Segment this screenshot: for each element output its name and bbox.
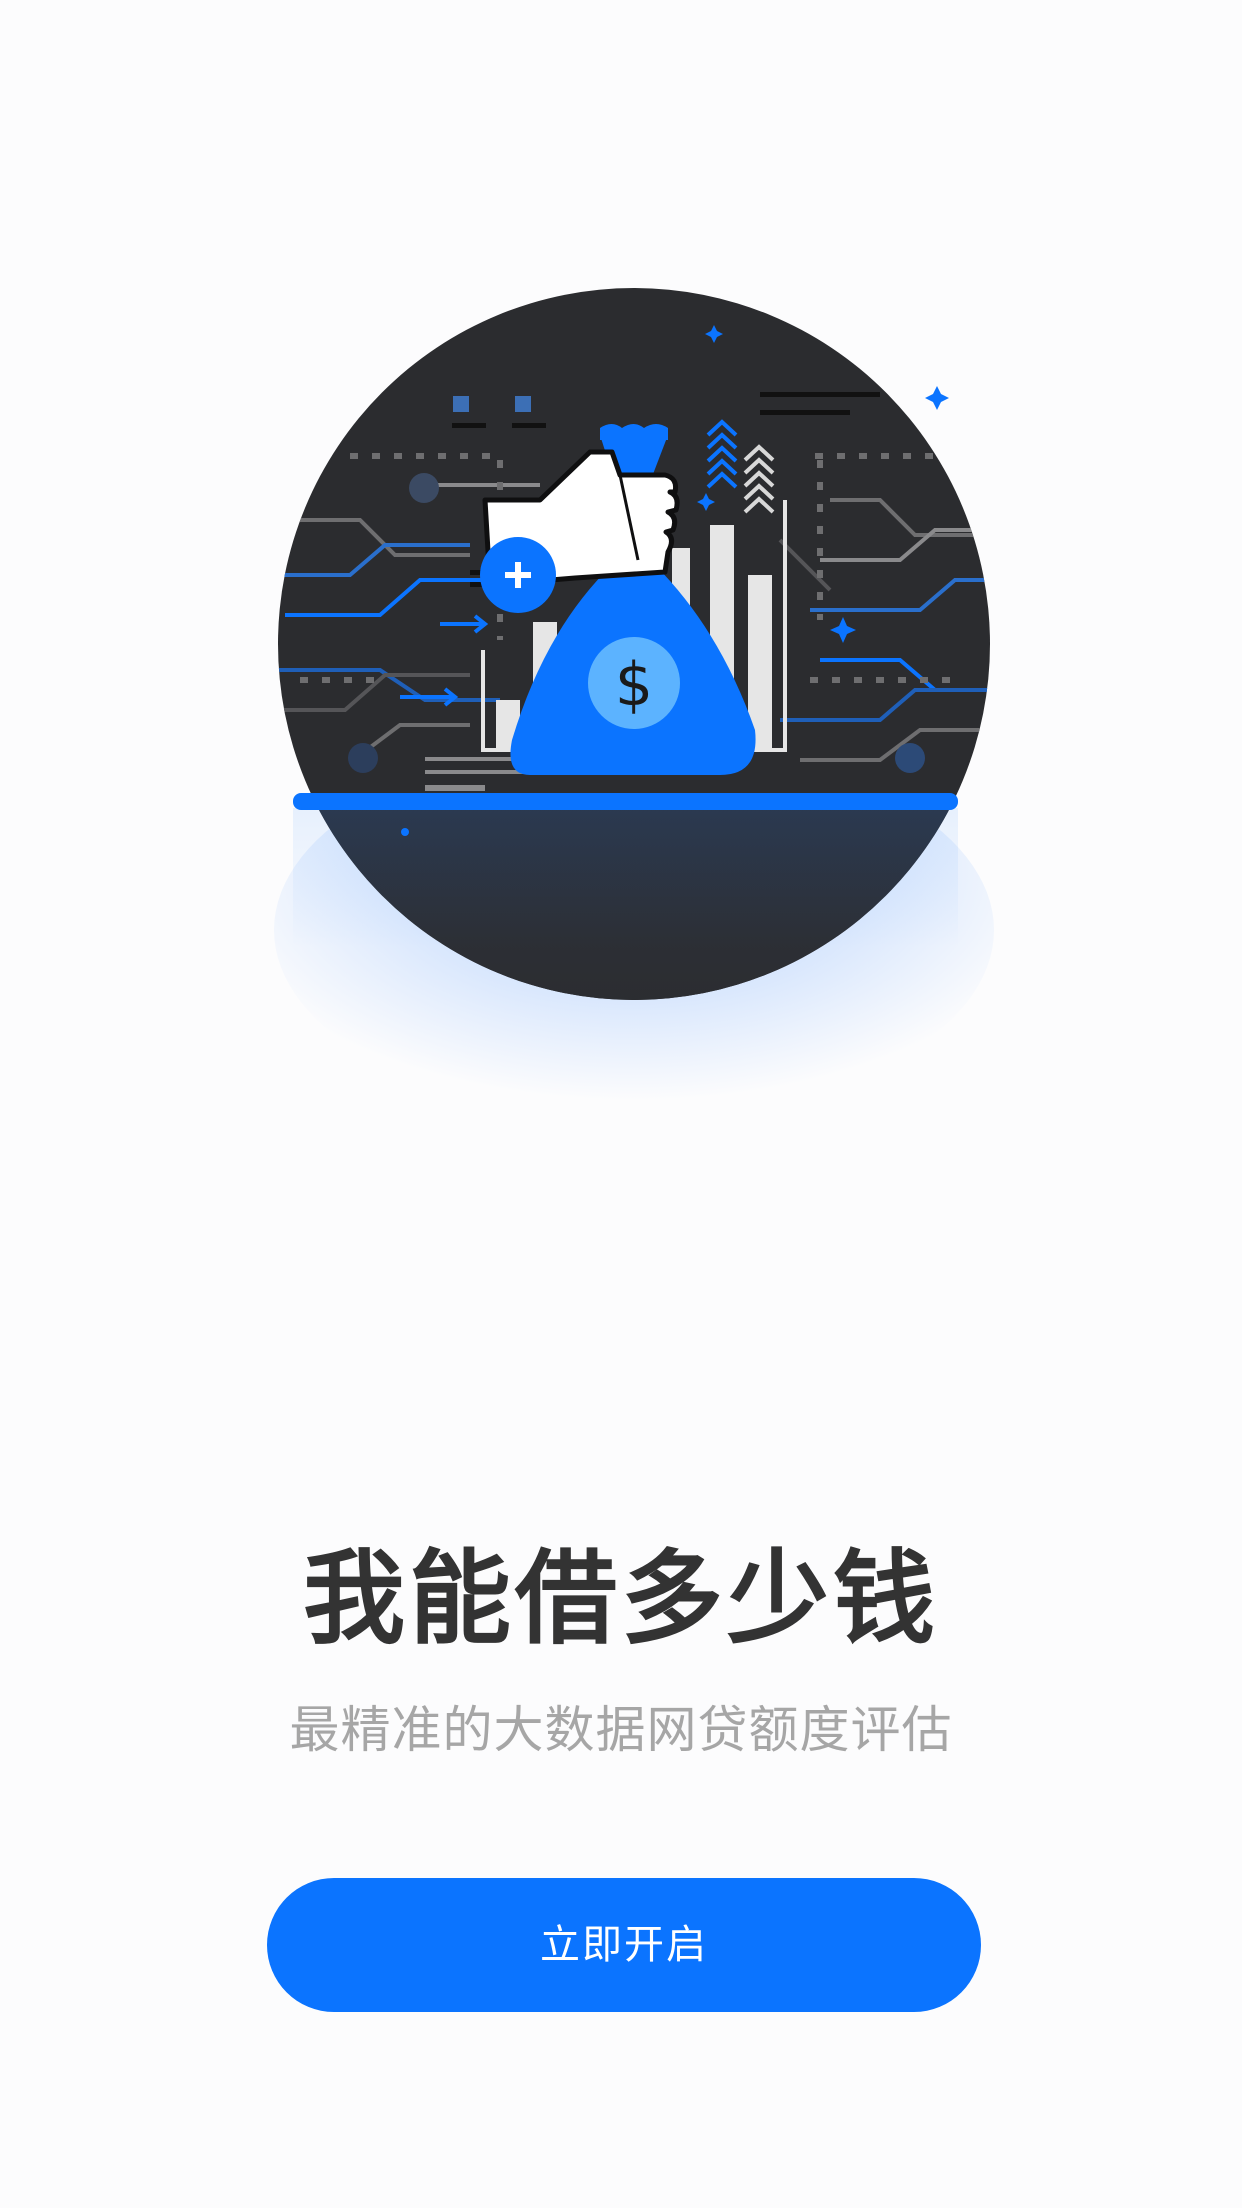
shelf-bar xyxy=(293,793,958,810)
page-title: 我能借多少钱 xyxy=(303,1540,939,1659)
plus-icon xyxy=(480,537,556,613)
dollar-icon: $ xyxy=(615,650,653,720)
start-now-button[interactable]: 立即开启 xyxy=(267,1878,981,2012)
page-subtitle: 最精准的大数据网贷额度评估 xyxy=(289,1701,953,1759)
hero-illustration: $ xyxy=(255,270,995,1150)
